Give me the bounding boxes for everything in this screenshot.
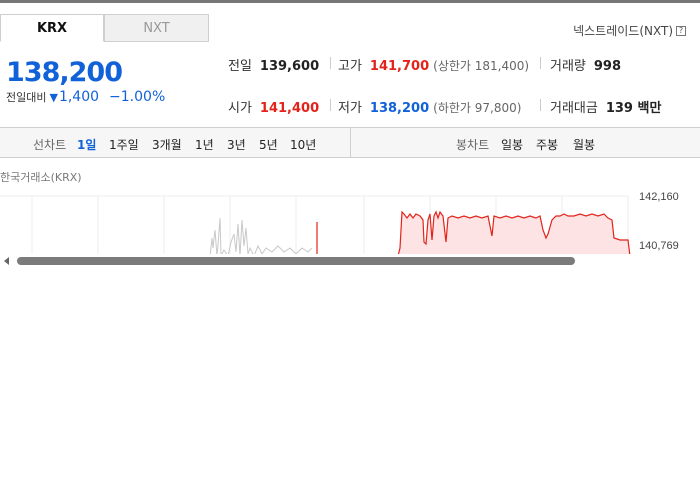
candle-daily[interactable]: 일봉 <box>501 136 523 153</box>
price-summary: 138,200 전일대비 ▼ 1,400 −1.00% <box>6 57 165 105</box>
stat-divider <box>330 99 331 111</box>
current-price: 138,200 <box>6 57 123 88</box>
nxt-link-label: 넥스트레이드(NXT) <box>573 24 673 38</box>
tab-krx[interactable]: KRX <box>0 14 104 42</box>
change-value: 1,400 <box>58 89 100 105</box>
stat-divider <box>540 99 541 111</box>
stat-high: 고가 141,700 (상한가 181,400) <box>338 55 529 74</box>
period-5y[interactable]: 5년 <box>259 136 278 153</box>
stat-label: 시가 <box>228 101 252 116</box>
exchange-label: 한국거래소(KRX) <box>0 171 82 184</box>
chart-scrollbar[interactable] <box>0 254 700 268</box>
stat-label: 거래량 <box>550 59 586 74</box>
market-tabs: KRX NXT 넥스트레이드(NXT) ? <box>0 14 700 42</box>
stat-label: 저가 <box>338 101 362 116</box>
nxt-info-link[interactable]: 넥스트레이드(NXT) ? <box>573 22 686 39</box>
scroll-thumb[interactable] <box>17 257 575 265</box>
stat-divider <box>540 57 541 69</box>
help-icon[interactable]: ? <box>676 25 686 36</box>
chart-svg: 142,160 140,769 <box>0 191 679 256</box>
stat-prev-close: 전일 139,600 <box>228 55 319 74</box>
stat-divider <box>330 57 331 69</box>
intraday-chart: 142,160 140,769 <box>0 190 700 256</box>
candle-chart-label: 봉차트 <box>456 138 490 152</box>
y-tick-label: 140,769 <box>639 240 679 252</box>
chart-toolbar: 선차트 1일 1주일 3개월 1년 3년 5년 10년 봉차트 일봉 주봉 월봉 <box>0 127 700 158</box>
stat-low: 저가 138,200 (하한가 97,800) <box>338 97 521 116</box>
upper-limit: (상한가 181,400) <box>433 59 530 73</box>
line-chart-label: 선차트 <box>33 138 67 152</box>
stat-label: 고가 <box>338 59 362 74</box>
period-3m[interactable]: 3개월 <box>152 136 182 153</box>
stat-label: 전일 <box>228 59 252 74</box>
period-1y[interactable]: 1년 <box>195 136 214 153</box>
toolbar-divider <box>350 128 351 157</box>
down-triangle-icon: ▼ <box>49 91 58 104</box>
top-border <box>0 0 700 3</box>
stat-value: 138,200 <box>369 101 430 116</box>
stat-label: 거래대금 <box>550 101 598 116</box>
stat-value: 141,400 <box>259 101 320 116</box>
stat-value: 139 백만 <box>605 101 662 116</box>
stat-value: 141,700 <box>369 59 430 74</box>
stat-amount: 거래대금 139 백만 <box>550 97 661 116</box>
lower-limit: (하한가 97,800) <box>433 101 522 115</box>
scroll-left-arrow-icon[interactable] <box>4 257 9 265</box>
change-row: 전일대비 ▼ 1,400 −1.00% <box>6 89 165 105</box>
period-10y[interactable]: 10년 <box>290 136 316 153</box>
candle-monthly[interactable]: 월봉 <box>573 136 595 153</box>
y-tick-label: 142,160 <box>639 191 679 203</box>
change-percent: −1.00% <box>109 89 166 105</box>
pre-market-line <box>209 217 313 256</box>
period-1w[interactable]: 1주일 <box>109 136 139 153</box>
stat-volume: 거래량 998 <box>550 55 621 74</box>
stat-open: 시가 141,400 <box>228 97 319 116</box>
period-1d[interactable]: 1일 <box>77 136 96 153</box>
stat-value: 139,600 <box>259 59 320 74</box>
change-label: 전일대비 <box>6 91 47 104</box>
tab-nxt[interactable]: NXT <box>104 14 209 42</box>
candle-weekly[interactable]: 주봉 <box>536 136 558 153</box>
stat-value: 998 <box>593 59 622 74</box>
period-3y[interactable]: 3년 <box>227 136 246 153</box>
